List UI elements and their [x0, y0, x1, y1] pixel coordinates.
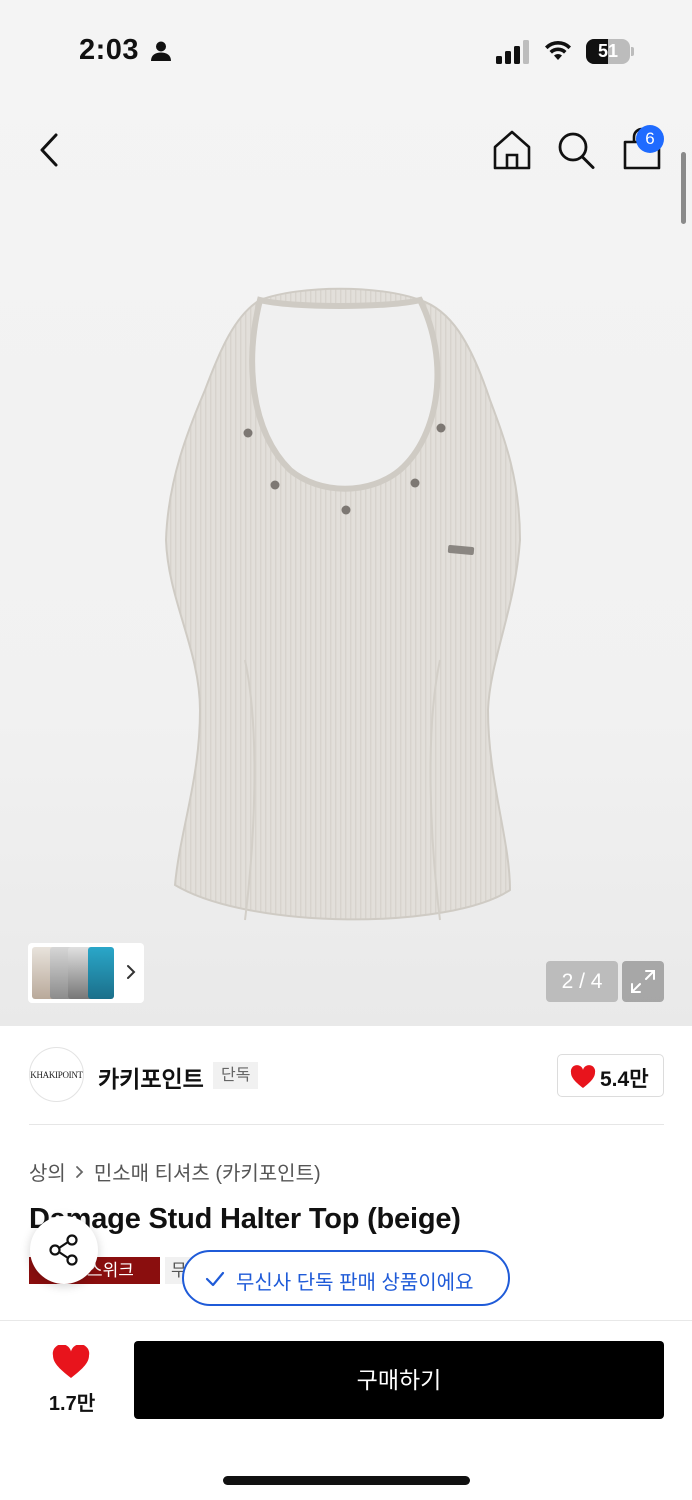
exclusive-notice-text: 무신사 단독 판매 상품이에요	[236, 1272, 474, 1294]
thumbnail-4[interactable]	[88, 947, 114, 999]
exclusive-tag: 단독	[213, 1062, 259, 1089]
chevron-right-icon[interactable]	[124, 961, 138, 983]
status-time: 2:03	[79, 34, 140, 66]
home-icon[interactable]	[490, 128, 534, 172]
scroll-indicator	[681, 152, 686, 224]
product-image	[164, 287, 522, 921]
brand-name[interactable]: 카키포인트	[98, 1060, 204, 1094]
heart-icon	[52, 1345, 90, 1378]
share-button[interactable]	[30, 1216, 98, 1284]
image-pager: 2 / 4	[546, 961, 618, 1002]
checkmark-icon	[205, 1271, 225, 1287]
heart-icon	[570, 1065, 596, 1088]
battery-level: 51	[597, 41, 619, 61]
wishlist-count: 1.7만	[48, 1393, 96, 1415]
person-icon	[151, 41, 171, 61]
brand-like-button[interactable]: 5.4만	[557, 1054, 664, 1097]
buy-button[interactable]: 구매하기	[134, 1341, 664, 1419]
exclusive-notice: 무신사 단독 판매 상품이에요	[182, 1250, 510, 1306]
thumbnail-strip[interactable]	[28, 943, 144, 1003]
home-indicator	[223, 1476, 470, 1485]
cart-count-badge: 6	[636, 125, 664, 153]
search-icon[interactable]	[555, 128, 597, 172]
chevron-right-icon	[75, 1165, 84, 1178]
divider	[29, 1124, 664, 1125]
brand-logo[interactable]: KHAKIPOINT	[29, 1047, 84, 1102]
breadcrumb-item[interactable]: 민소매 티셔츠 (카키포인트)	[94, 1157, 321, 1186]
battery-indicator: 51	[586, 39, 634, 64]
expand-icon[interactable]	[622, 961, 664, 1002]
product-title: Damage Stud Halter Top (beige)	[29, 1203, 461, 1235]
breadcrumb-item[interactable]: 상의	[29, 1157, 66, 1186]
wishlist-button[interactable]: 1.7만	[44, 1345, 100, 1415]
breadcrumb: 상의 민소매 티셔츠 (카키포인트)	[29, 1157, 321, 1186]
status-bar: 2:03 51	[0, 0, 692, 100]
product-gallery[interactable]: 2:03 51 6 2 / 4	[0, 0, 692, 1026]
cellular-signal-icon	[496, 40, 529, 64]
wifi-icon	[545, 40, 571, 60]
brand-like-count: 5.4만	[600, 1068, 649, 1091]
share-icon	[49, 1234, 78, 1266]
back-button[interactable]	[30, 128, 70, 172]
